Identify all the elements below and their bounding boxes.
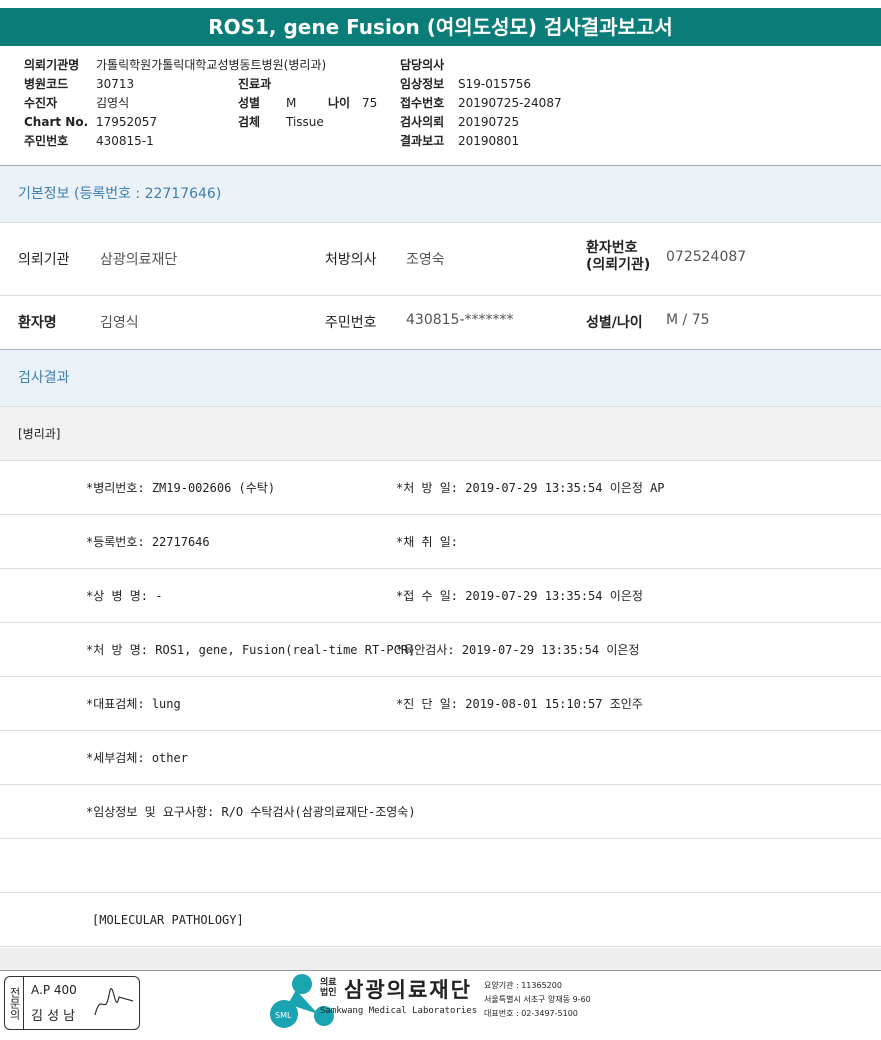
header-right: 담당의사 임상정보 S19-015756 접수번호 20190725-24087 검…	[400, 56, 562, 151]
age: 75	[362, 96, 378, 110]
logo-badge: SML	[275, 1011, 292, 1020]
dept-row: [병리과]	[0, 407, 881, 461]
label: 수진자	[24, 96, 58, 110]
basic-heading: 기본정보	[18, 186, 70, 202]
header-mid: 진료과 성별 M 나이 75 검체 Tissue	[238, 75, 377, 132]
label: 접수번호	[400, 96, 445, 110]
label: 주민번호	[24, 134, 69, 148]
patient-id: 072524087	[666, 249, 747, 265]
label: 의뢰기관명	[24, 58, 80, 72]
label: 나이	[328, 96, 351, 110]
label: 검체	[238, 115, 261, 129]
stamp-label: 전문의	[5, 977, 24, 1029]
institution-code: 요양기관 : 11365200	[484, 981, 562, 990]
table-row: [MOLECULAR PATHOLOGY]	[0, 893, 881, 947]
reg-number: (등록번호 : 22717646)	[73, 186, 222, 202]
sex-age: M / 75	[666, 312, 710, 328]
row-left: *등록번호: 22717646	[86, 535, 210, 549]
hospital-code: 30713	[96, 77, 135, 91]
label: 의뢰기관	[18, 252, 70, 268]
phone: 대표번호 : 02-3497-5100	[484, 1009, 578, 1018]
label: 성별	[238, 96, 261, 110]
label: Chart No.	[24, 115, 89, 129]
chart-no: 17952057	[96, 115, 158, 129]
table-row: *병리번호: ZM19-002606 (수탁) *처 방 일: 2019-07-2…	[0, 461, 881, 515]
footer: 전문의 A.P 400 김 성 남 SML 의료 법인 삼광의료재단 Samkw…	[0, 960, 881, 1040]
logo-english: Samkwang Medical Laboratories	[320, 1006, 478, 1016]
row-right: *채 취 일:	[396, 535, 459, 549]
signature-stamp: 전문의 A.P 400 김 성 남	[4, 976, 140, 1030]
row-left: *임상정보 및 요구사항: R/O 수탁검사(삼광의료재단-조영숙)	[86, 805, 416, 819]
table-row: *세부검체: other	[0, 731, 881, 785]
row-left: *처 방 명: ROS1, gene, Fusion(real-time RT-…	[86, 643, 416, 657]
label: 담당의사	[400, 58, 445, 72]
row-left: [MOLECULAR PATHOLOGY]	[92, 913, 244, 927]
label: 성별/나이	[586, 315, 643, 331]
ap-number: A.P 400	[31, 983, 77, 997]
label: 처방의사	[325, 252, 377, 268]
institution: 가톨릭학원가톨릭대학교성병동트병원(병리과)	[96, 58, 327, 72]
divider	[0, 295, 881, 296]
address: 서울특별시 서초구 양재동 9-60	[484, 995, 591, 1004]
patient-name: 김영식	[100, 315, 139, 331]
row-left: *상 병 명: -	[86, 589, 163, 603]
logo-prefix: 의료 법인	[320, 978, 337, 998]
row-right: *진 단 일: 2019-08-01 15:10:57 조인주	[396, 697, 643, 711]
label: 환자명	[18, 315, 57, 331]
receipt: 20190725-24087	[458, 96, 562, 110]
report-title: ROS1, gene Fusion (여의도성모) 검사결과보고서	[0, 8, 881, 46]
clinical: S19-015756	[458, 77, 532, 91]
presc: 조영숙	[406, 252, 445, 268]
rrn: 430815-*******	[406, 312, 514, 328]
results-header: 검사결과	[0, 350, 881, 406]
sex: M	[286, 96, 297, 110]
label: 진료과	[238, 77, 272, 91]
table-row: *대표검체: lung *진 단 일: 2019-08-01 15:10:57 조…	[0, 677, 881, 731]
row-left: *세부검체: other	[86, 751, 188, 765]
label: 주민번호	[325, 315, 377, 331]
label: 병원코드	[24, 77, 69, 91]
divider	[0, 222, 881, 223]
table-row: *상 병 명: - *접 수 일: 2019-07-29 13:35:54 이은정	[0, 569, 881, 623]
row-right: *접 수 일: 2019-07-29 13:35:54 이은정	[396, 589, 643, 603]
signature-icon	[94, 988, 134, 1016]
specimen: Tissue	[286, 115, 324, 129]
table-row: *처 방 명: ROS1, gene, Fusion(real-time RT-…	[0, 623, 881, 677]
pathologist: 김 성 남	[31, 1009, 76, 1024]
table-row: *임상정보 및 요구사항: R/O 수탁검사(삼광의료재단-조영숙)	[0, 785, 881, 839]
inst: 삼광의료재단	[100, 252, 178, 268]
table-row	[0, 839, 881, 893]
label: 임상정보	[400, 77, 445, 91]
recipient: 김영식	[96, 96, 130, 110]
label: 검사의뢰	[400, 115, 445, 129]
basic-info-header: 기본정보 (등록번호 : 22717646)	[0, 166, 881, 222]
row-left: *대표검체: lung	[86, 697, 181, 711]
row-left: *병리번호: ZM19-002606 (수탁)	[86, 481, 276, 495]
table-row: *등록번호: 22717646 *채 취 일:	[0, 515, 881, 569]
row-right: *처 방 일: 2019-07-29 13:35:54 이은정 AP	[396, 481, 665, 495]
label: 환자번호 (의뢰기관)	[586, 240, 651, 273]
logo-name: 삼광의료재단	[344, 978, 472, 1002]
row-right: *육안검사: 2019-07-29 13:35:54 이은정	[396, 643, 640, 657]
label: 결과보고	[400, 134, 445, 148]
report-date: 20190801	[458, 134, 520, 148]
rrn: 430815-1	[96, 134, 154, 148]
request: 20190725	[458, 115, 520, 129]
